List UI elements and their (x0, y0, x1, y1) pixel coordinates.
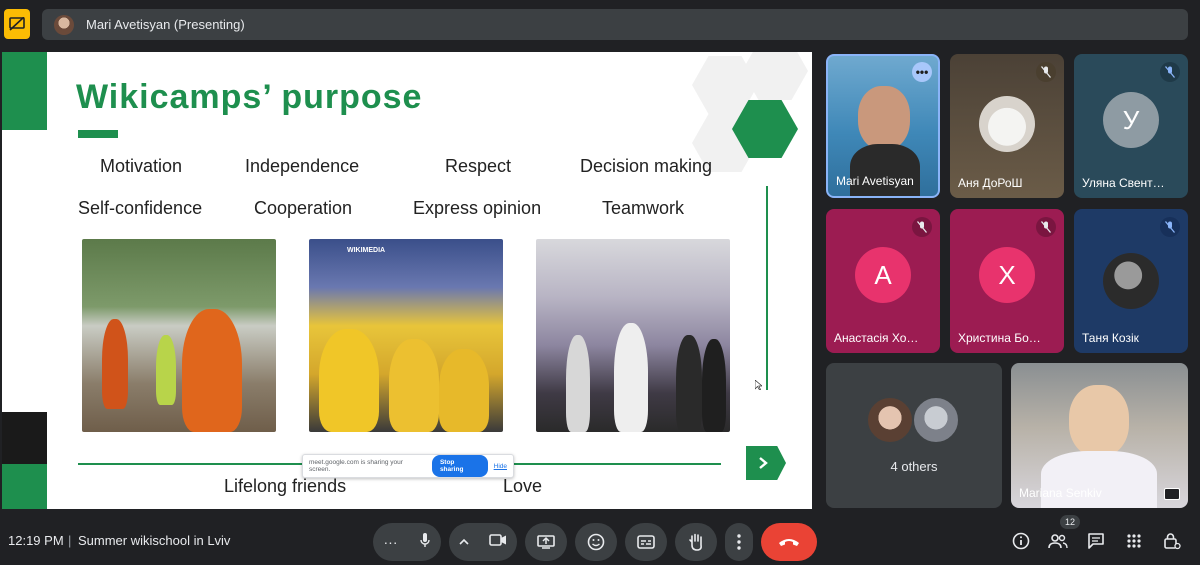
separator: | (68, 533, 72, 548)
mic-off-icon (1036, 217, 1056, 237)
participant-name: Христина Бо… (958, 331, 1041, 345)
decor-bar (2, 464, 47, 509)
photo-figure (439, 349, 489, 432)
purpose-word: Decision making (580, 156, 713, 176)
photo-figure (319, 329, 379, 432)
photo-figure (566, 335, 590, 432)
decor-bar (2, 52, 47, 130)
meeting-name: Summer wikischool in Lviv (78, 533, 231, 548)
photo-sign: WIKIMEDIA (347, 247, 386, 254)
purpose-word: Lifelong friends (224, 476, 347, 496)
participant-video (850, 144, 920, 196)
participant-tile[interactable]: Х Христина Бо… (950, 209, 1064, 353)
purpose-word: Respect (445, 156, 512, 176)
purpose-word: Love (503, 476, 543, 496)
camp-photo-volleyball (82, 239, 276, 432)
participant-tile[interactable]: Аня ДоРоШ (950, 54, 1064, 198)
slide-title: Wikicamps’ purpose (76, 78, 423, 116)
raise-hand-button[interactable] (675, 523, 717, 561)
people-count-badge: 12 (1060, 515, 1080, 529)
info-icon[interactable] (1010, 530, 1032, 552)
camera-control[interactable] (449, 523, 517, 561)
bottom-bar: 12:19 PM | Summer wikischool in Lviv ··· (0, 512, 1200, 565)
purpose-word: Motivation (100, 156, 183, 176)
participant-avatar: А (855, 247, 911, 304)
others-tile[interactable]: 4 others (826, 363, 1002, 508)
photo-figure (102, 319, 128, 409)
photo-figure (389, 339, 439, 432)
more-options-button[interactable] (725, 523, 753, 561)
participant-avatar (912, 396, 960, 444)
chat-icon[interactable] (1085, 530, 1107, 552)
participant-video (858, 86, 910, 150)
top-bar: Mari Avetisyan (Presenting) (0, 0, 1200, 50)
mic-icon[interactable] (419, 532, 431, 553)
shared-screen: Wikicamps’ purpose Motivation Independen… (2, 52, 812, 509)
participant-name: Анастасія Хо… (834, 331, 919, 345)
photo-figure (182, 309, 242, 432)
next-slide-arrow (746, 446, 786, 480)
camp-photo-dance (536, 239, 730, 432)
photo-figure (614, 323, 648, 432)
camp-photo-computers: WIKIMEDIA (309, 239, 503, 432)
more-options-icon[interactable]: ••• (912, 62, 932, 82)
activities-icon[interactable] (1123, 530, 1145, 552)
presenter-banner[interactable]: Mari Avetisyan (Presenting) (42, 9, 1188, 40)
present-off-icon[interactable] (4, 9, 30, 39)
participant-tile[interactable]: У Уляна Свент… (1074, 54, 1188, 198)
participant-avatar (979, 96, 1035, 152)
participant-tile[interactable]: ••• Mari Avetisyan (826, 54, 940, 198)
photo-figure (156, 335, 176, 405)
chevron-up-icon[interactable] (459, 533, 469, 551)
pip-icon[interactable] (1164, 488, 1180, 500)
photo-figure (702, 339, 726, 432)
mouse-cursor-icon (754, 379, 763, 392)
mic-off-icon (1160, 217, 1180, 237)
hide-notice-link[interactable]: Hide (494, 463, 507, 470)
mic-off-icon (1160, 62, 1180, 82)
presenter-label: Mari Avetisyan (Presenting) (86, 17, 245, 32)
stop-sharing-button[interactable]: Stop sharing (431, 455, 488, 477)
participant-name: Mari Avetisyan (836, 174, 914, 188)
share-notice-text: meet.google.com is sharing your screen. (309, 459, 403, 473)
others-count: 4 others (890, 459, 938, 474)
decor-bar (2, 412, 47, 464)
title-underline (78, 130, 118, 138)
more-icon[interactable]: ··· (384, 534, 398, 550)
mic-off-icon (1036, 62, 1056, 82)
participant-tile[interactable]: А Анастасія Хо… (826, 209, 940, 353)
participant-video (1069, 385, 1129, 457)
purpose-word: Independence (245, 156, 360, 176)
purpose-word: Self-confidence (78, 198, 203, 218)
participant-avatar: Х (979, 247, 1035, 304)
participant-avatar (1103, 253, 1159, 309)
participant-tile[interactable]: Таня Козік (1074, 209, 1188, 353)
camera-icon[interactable] (489, 533, 507, 551)
self-view-tile[interactable]: Mariana Senkiv (1011, 363, 1188, 508)
mic-control[interactable]: ··· (373, 523, 441, 561)
participant-name: Уляна Свент… (1082, 176, 1165, 190)
participant-avatar (866, 396, 914, 444)
purpose-word: Express opinion (413, 198, 542, 218)
emoji-button[interactable] (575, 523, 617, 561)
end-call-button[interactable] (761, 523, 817, 561)
decor-line (766, 186, 768, 390)
clock: 12:19 PM (8, 533, 64, 548)
presenter-avatar (54, 14, 74, 35)
participant-name: Аня ДоРоШ (958, 176, 1023, 190)
screen-share-notice: meet.google.com is sharing your screen. … (302, 454, 514, 478)
photo-figure (676, 335, 702, 432)
share-screen-button[interactable] (525, 523, 567, 561)
participant-name: Таня Козік (1082, 331, 1139, 345)
people-icon[interactable] (1047, 530, 1069, 552)
purpose-word: Teamwork (602, 198, 685, 218)
captions-button[interactable] (625, 523, 667, 561)
host-controls-icon[interactable] (1161, 530, 1183, 552)
mic-off-icon (912, 217, 932, 237)
purpose-word: Cooperation (254, 198, 353, 218)
participant-avatar: У (1103, 92, 1159, 149)
participant-name: Mariana Senkiv (1019, 486, 1102, 500)
